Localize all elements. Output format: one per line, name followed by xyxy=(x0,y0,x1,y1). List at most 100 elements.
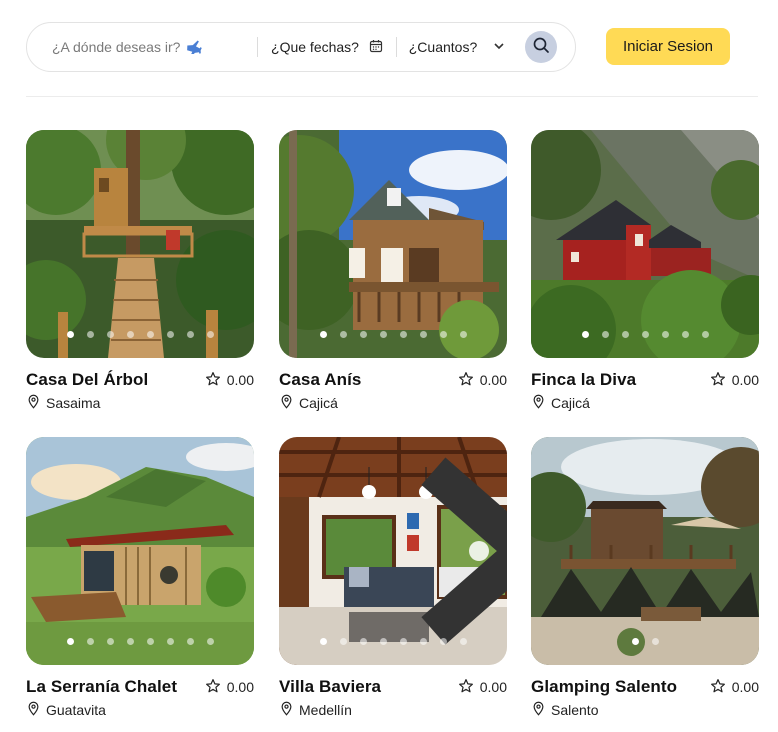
rating-value: 0.00 xyxy=(479,372,507,388)
dates-field[interactable]: ¿Que fechas? xyxy=(258,39,396,56)
next-photo-button[interactable] xyxy=(421,457,507,645)
glamping-photo xyxy=(531,437,759,665)
carousel-dot[interactable] xyxy=(379,638,387,645)
carousel-dot[interactable] xyxy=(419,638,427,645)
listing-card[interactable]: Finca la Diva 0.00 Cajicá xyxy=(531,130,759,412)
search-icon xyxy=(532,36,550,59)
carousel-dot[interactable] xyxy=(339,331,347,338)
carousel-dot[interactable] xyxy=(106,331,114,338)
carousel-dot[interactable] xyxy=(86,331,94,338)
listing-card[interactable]: Glamping Salento 0.00 Salento xyxy=(531,437,759,719)
destination-field[interactable]: ¿A dónde deseas ir? xyxy=(27,38,257,57)
listing-photo[interactable] xyxy=(531,437,759,665)
rating-value: 0.00 xyxy=(479,679,507,695)
carousel-indicators[interactable] xyxy=(26,331,254,338)
carousel-dot[interactable] xyxy=(66,331,74,338)
carousel-dot[interactable] xyxy=(379,331,387,338)
listing-location: Cajicá xyxy=(279,394,507,412)
carousel-dot[interactable] xyxy=(641,331,649,338)
carousel-dot[interactable] xyxy=(399,638,407,645)
carousel-dot[interactable] xyxy=(146,638,154,645)
carousel-dot[interactable] xyxy=(319,331,327,338)
airplane-icon xyxy=(186,38,203,57)
listing-name[interactable]: Casa Anís xyxy=(279,370,361,390)
listing-photo[interactable] xyxy=(279,437,507,665)
listing-photo[interactable] xyxy=(279,130,507,358)
guests-dropdown[interactable]: ¿Cuantos? xyxy=(397,39,517,55)
carousel-dot[interactable] xyxy=(146,331,154,338)
header-divider xyxy=(26,96,758,97)
carousel-dot[interactable] xyxy=(186,331,194,338)
listing-name[interactable]: Finca la Diva xyxy=(531,370,636,390)
rating-value: 0.00 xyxy=(226,372,254,388)
carousel-dot[interactable] xyxy=(359,638,367,645)
carousel-dot[interactable] xyxy=(651,638,659,645)
search-button[interactable] xyxy=(525,31,557,63)
carousel-dot[interactable] xyxy=(459,331,467,338)
carousel-indicators[interactable] xyxy=(279,331,507,338)
location-text: Cajicá xyxy=(299,395,338,411)
carousel-dot[interactable] xyxy=(66,638,74,645)
listing-card[interactable]: Villa Baviera 0.00 Medellín xyxy=(279,437,507,719)
carousel-dot[interactable] xyxy=(439,638,447,645)
star-outline-icon xyxy=(205,678,221,697)
listing-rating: 0.00 xyxy=(710,678,759,697)
red-farmhouse-photo xyxy=(531,130,759,358)
carousel-dot[interactable] xyxy=(339,638,347,645)
listing-rating: 0.00 xyxy=(205,371,254,390)
listing-rating: 0.00 xyxy=(458,678,507,697)
carousel-dot[interactable] xyxy=(419,331,427,338)
carousel-dot[interactable] xyxy=(359,331,367,338)
listing-card[interactable]: Casa Anís 0.00 Cajicá xyxy=(279,130,507,412)
carousel-dot[interactable] xyxy=(439,331,447,338)
carousel-dot[interactable] xyxy=(581,331,589,338)
listing-card[interactable]: Casa Del Árbol 0.00 Sasaima xyxy=(26,130,254,412)
listing-card[interactable]: La Serranía Chalet 0.00 Guatavita xyxy=(26,437,254,719)
carousel-dot[interactable] xyxy=(166,331,174,338)
carousel-dot[interactable] xyxy=(631,638,639,645)
carousel-indicators[interactable] xyxy=(531,638,759,645)
listing-location: Guatavita xyxy=(26,701,254,719)
treehouse-photo xyxy=(26,130,254,358)
carousel-dot[interactable] xyxy=(661,331,669,338)
carousel-dot[interactable] xyxy=(166,638,174,645)
location-pin-icon xyxy=(531,394,546,412)
location-text: Sasaima xyxy=(46,395,101,411)
carousel-dot[interactable] xyxy=(206,638,214,645)
listing-photo[interactable] xyxy=(26,437,254,665)
carousel-indicators[interactable] xyxy=(279,638,507,645)
location-text: Salento xyxy=(551,702,599,718)
carousel-dot[interactable] xyxy=(186,638,194,645)
star-outline-icon xyxy=(458,678,474,697)
listing-photo[interactable] xyxy=(531,130,759,358)
carousel-dot[interactable] xyxy=(601,331,609,338)
carousel-dot[interactable] xyxy=(399,331,407,338)
listing-name[interactable]: Glamping Salento xyxy=(531,677,677,697)
listing-name[interactable]: Casa Del Árbol xyxy=(26,370,148,390)
carousel-dot[interactable] xyxy=(319,638,327,645)
carousel-dot[interactable] xyxy=(701,331,709,338)
search-bar: ¿A dónde deseas ir? ¿Que fechas? ¿Cuanto… xyxy=(26,22,576,72)
carousel-dot[interactable] xyxy=(126,638,134,645)
carousel-dot[interactable] xyxy=(206,331,214,338)
listing-name[interactable]: Villa Baviera xyxy=(279,677,381,697)
destination-placeholder: ¿A dónde deseas ir? xyxy=(52,39,181,55)
carousel-indicators[interactable] xyxy=(26,638,254,645)
carousel-dot[interactable] xyxy=(106,638,114,645)
carousel-dot[interactable] xyxy=(86,638,94,645)
listing-rating: 0.00 xyxy=(458,371,507,390)
carousel-dot[interactable] xyxy=(126,331,134,338)
carousel-dot[interactable] xyxy=(459,638,467,645)
carousel-indicators[interactable] xyxy=(531,331,759,338)
listing-name[interactable]: La Serranía Chalet xyxy=(26,677,177,697)
carousel-dot[interactable] xyxy=(621,331,629,338)
chevron-down-icon xyxy=(493,39,505,55)
location-pin-icon xyxy=(531,701,546,719)
rating-value: 0.00 xyxy=(731,372,759,388)
rating-value: 0.00 xyxy=(731,679,759,695)
location-text: Cajicá xyxy=(551,395,590,411)
carousel-dot[interactable] xyxy=(681,331,689,338)
login-button[interactable]: Iniciar Sesion xyxy=(606,28,730,65)
guests-label: ¿Cuantos? xyxy=(408,39,478,55)
listing-photo[interactable] xyxy=(26,130,254,358)
